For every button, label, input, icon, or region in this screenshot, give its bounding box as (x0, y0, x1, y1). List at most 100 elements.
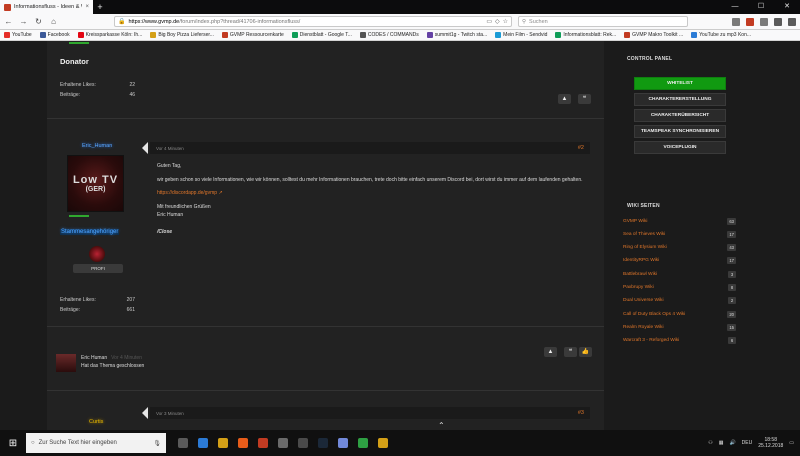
wiki-item[interactable]: Realm Royale Wiki 15 (623, 322, 736, 332)
wiki-item[interactable]: Dual Universe Wiki 2 (623, 296, 736, 306)
character-creation-button[interactable]: CHARAKTERERSTELLUNG (634, 93, 726, 106)
discord-icon[interactable] (338, 438, 348, 448)
teamspeak-sync-button[interactable]: TEAMSPEAK SYNCHRONISIEREN (634, 125, 726, 138)
post-author-name[interactable]: Eric_Human (82, 143, 112, 149)
post-author-name[interactable]: Curtis (89, 419, 103, 425)
control-panel-title: CONTROL PANEL (627, 56, 673, 62)
app-icon[interactable] (298, 438, 308, 448)
wiki-item[interactable]: Call of Duty Black Ops 4 Wiki 20 (623, 309, 736, 319)
bookmark-item[interactable]: Dienstblatt - Google T... (291, 32, 352, 38)
wiki-item[interactable]: Sea of Thieves Wiki 17 (623, 229, 736, 239)
online-indicator (69, 215, 89, 217)
wiki-item-label[interactable]: GVMP Wiki (623, 219, 647, 224)
bookmark-item[interactable]: Informationsblatt: Rek... (555, 32, 616, 38)
clock[interactable]: 18:58 25.12.2018 (758, 437, 783, 450)
bookmark-item[interactable]: CODES / COMMANDs (359, 32, 419, 38)
discord-link[interactable]: https://discordapp.de/gvmp (157, 190, 217, 196)
url-bar[interactable]: 🔒 https://www.gvmp.de/forum/index.php?th… (114, 16, 512, 27)
system-avatar[interactable] (56, 354, 76, 372)
microphone-icon[interactable]: 🎙 (153, 440, 161, 447)
wiki-item-label[interactable]: IdentityRPG Wiki (623, 258, 659, 263)
task-view-icon[interactable] (178, 438, 188, 448)
network-icon[interactable]: ▦ (719, 440, 724, 446)
wiki-item-label[interactable]: Warcraft 3 - Reforged Wiki (623, 338, 679, 343)
wiki-item[interactable]: Warcraft 3 - Reforged Wiki 6 (623, 336, 736, 346)
edge-icon[interactable] (198, 438, 208, 448)
steam-icon[interactable] (318, 438, 328, 448)
extension-icon[interactable] (746, 17, 754, 26)
wiki-item-label[interactable]: Realm Royale Wiki (623, 325, 664, 330)
author-avatar[interactable]: Low TV (GER) (67, 155, 124, 212)
file-explorer-icon[interactable] (218, 438, 228, 448)
tab-close-icon[interactable]: × (85, 4, 89, 10)
wiki-item[interactable]: GVMP Wiki 63 (623, 216, 736, 226)
bookmark-item[interactable]: Big Boy Pizza Lieferser... (150, 32, 214, 38)
wiki-item-label[interactable]: Ring of Elysium Wiki (623, 245, 667, 250)
report-button[interactable]: ▲ (558, 94, 571, 104)
rank-pill: PROFI (73, 264, 123, 273)
volume-icon[interactable]: 🔊 (729, 440, 735, 446)
menu-icon[interactable] (788, 17, 796, 26)
user-rank-title: Stammesangehöriger (60, 229, 120, 235)
wiki-item[interactable]: IdentityRPG Wiki 17 (623, 256, 736, 266)
language-indicator[interactable]: DEU (742, 440, 753, 446)
library-icon[interactable] (732, 17, 740, 26)
bookmark-favicon-icon (555, 32, 562, 38)
wiki-item-label[interactable]: Call of Duty Black Ops 4 Wiki (623, 312, 685, 317)
bookmark-item[interactable]: Facebook (39, 32, 70, 38)
search-box[interactable]: ⚲ Suchen (518, 16, 688, 27)
app-icon[interactable] (258, 438, 268, 448)
people-icon[interactable]: ⚇ (708, 440, 712, 446)
post-number[interactable]: #2 (578, 145, 584, 151)
post-time[interactable]: Vor 3 Minuten (156, 411, 184, 416)
pocket-icon[interactable]: ◇ (495, 18, 500, 25)
sidebar-icon[interactable] (760, 17, 768, 26)
screenshot-icon[interactable] (774, 17, 782, 26)
browser-tab[interactable]: Informationsfluss - Ideen & Wü × (0, 0, 93, 14)
quote-button[interactable]: ❝ (578, 94, 591, 104)
wiki-item[interactable]: Battlebrawl Wiki 3 (623, 269, 736, 279)
wiki-item-label[interactable]: Sea of Thieves Wiki (623, 232, 665, 237)
bookmark-star-icon[interactable]: ☆ (503, 18, 508, 25)
back-arrow-icon[interactable]: ← (4, 17, 13, 26)
bookmark-item[interactable]: summit1g - Twitch sta... (426, 32, 487, 38)
firefox-icon[interactable] (238, 438, 248, 448)
likes-label: Erhaltene Likes: (60, 297, 96, 303)
new-tab-button[interactable]: + (93, 2, 107, 12)
wiki-item-count: 17 (727, 257, 736, 265)
wiki-item-label[interactable]: Paxbrupy Wiki (623, 285, 654, 290)
minimize-button[interactable]: — (722, 0, 748, 14)
app-icon[interactable] (378, 438, 388, 448)
wiki-item[interactable]: Paxbrupy Wiki 8 (623, 283, 736, 293)
avatar-text-line2: (GER) (85, 186, 106, 193)
voiceplugin-button[interactable]: VOICEPLUGIN (634, 141, 726, 154)
wiki-item-label[interactable]: Battlebrawl Wiki (623, 272, 657, 277)
taskbar-search[interactable]: ○ Zur Suche Text hier eingeben 🎙 (26, 433, 166, 453)
whitelist-button[interactable]: WHITELIST (634, 77, 726, 90)
windows-start-icon[interactable]: ⊞ (0, 430, 26, 456)
bookmark-item[interactable]: YouTube (4, 32, 32, 38)
post-time[interactable]: Vor 4 Minuten (156, 146, 184, 151)
bookmark-item[interactable]: GVMP Makro Toolkit ... (624, 32, 683, 38)
close-window-button[interactable]: ✕ (774, 0, 800, 14)
app-icon[interactable] (278, 438, 288, 448)
notification-icon[interactable]: ▭ (789, 440, 794, 446)
site-favicon-icon (4, 3, 11, 11)
character-overview-button[interactable]: CHARAKTERÜBERSICHT (634, 109, 726, 122)
bookmark-item[interactable]: Kreissparkasse Köln: Ih... (77, 32, 142, 38)
maximize-button[interactable]: ☐ (748, 0, 774, 14)
bookmark-label: YouTube (12, 32, 32, 38)
reload-icon[interactable]: ↻ (34, 17, 43, 26)
bookmark-item[interactable]: Mein Film - Sendvid (495, 32, 547, 38)
bookmark-item[interactable]: YouTube zu mp3 Kon... (691, 32, 751, 38)
post-number[interactable]: #3 (578, 410, 584, 416)
wiki-item[interactable]: Ring of Elysium Wiki 43 (623, 243, 736, 253)
reader-view-icon[interactable]: ▭ (486, 18, 492, 25)
wiki-item-label[interactable]: Dual Universe Wiki (623, 298, 664, 303)
home-icon[interactable]: ⌂ (49, 17, 58, 26)
bookmark-item[interactable]: GVMP Ressourcenkarte (221, 32, 284, 38)
forward-arrow-icon[interactable]: → (19, 17, 28, 26)
app-icon[interactable] (358, 438, 368, 448)
system-author-name[interactable]: Eric Human (81, 355, 107, 361)
scroll-up-icon[interactable]: ⌃ (438, 421, 445, 430)
